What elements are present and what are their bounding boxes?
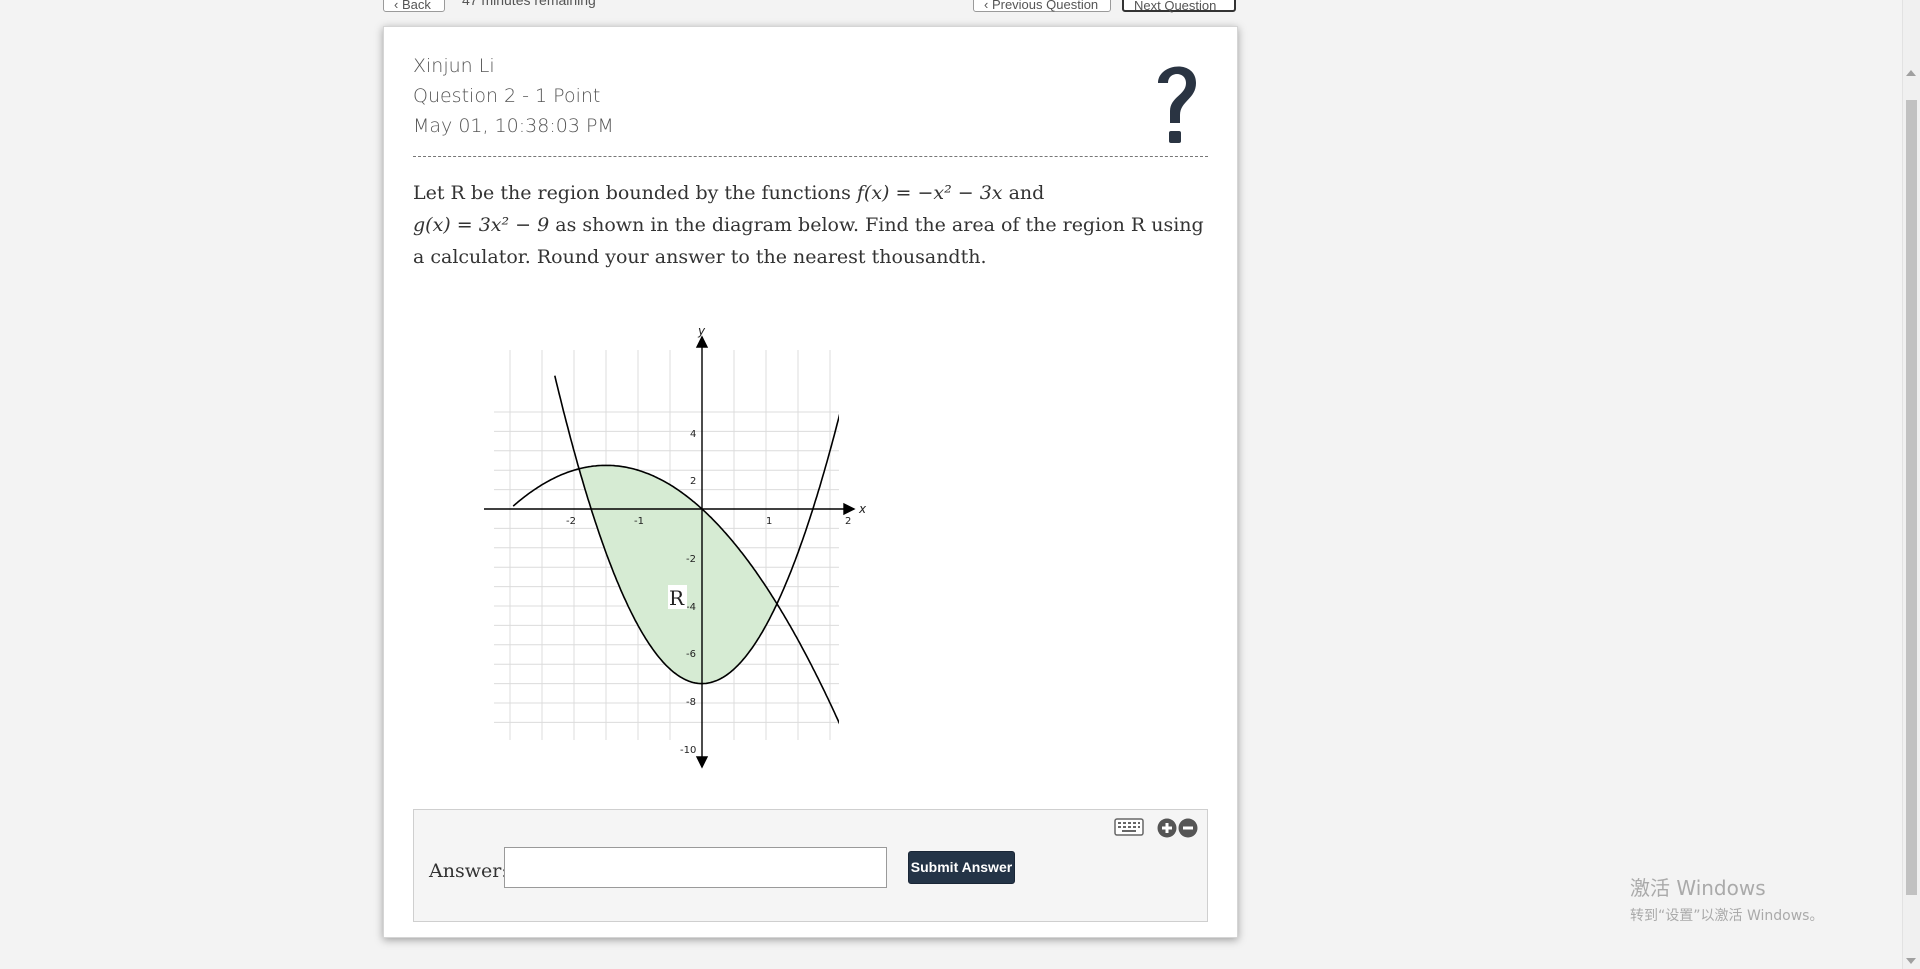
y-tick-label: 4	[690, 429, 696, 440]
y-axis-label: y	[697, 327, 706, 338]
question-meta: Xinjun Li Question 2 - 1 Point May 01, 1…	[413, 51, 614, 141]
help-question-icon[interactable]	[1150, 57, 1204, 157]
submit-answer-button[interactable]: Submit Answer	[908, 851, 1015, 884]
y-tick-label: -10	[680, 745, 696, 756]
scroll-down-arrow[interactable]	[1906, 958, 1916, 964]
y-tick-label: -2	[686, 554, 696, 565]
top-bar: ‹ Back 47 minutes remaining ‹ Previous Q…	[0, 0, 1920, 49]
g-expression: g(x) = 3x² − 9	[413, 214, 550, 236]
f-expression: f(x) = −x² − 3x	[856, 182, 1003, 204]
scroll-thumb[interactable]	[1906, 100, 1917, 895]
student-name: Xinjun Li	[413, 55, 495, 77]
scroll-up-arrow[interactable]	[1906, 70, 1916, 76]
keyboard-icon[interactable]	[1114, 817, 1144, 837]
back-button[interactable]: ‹ Back	[383, 0, 445, 12]
y-axis-down-arrow	[695, 756, 709, 769]
answer-panel: Answer: Submit Answer	[413, 809, 1208, 922]
question-prompt: Let R be the region bounded by the funct…	[413, 177, 1208, 273]
zoom-out-icon[interactable]	[1178, 818, 1198, 838]
answer-input[interactable]	[504, 847, 887, 888]
x-axis-right-arrow	[843, 502, 856, 516]
watermark-line1: 激活 Windows	[1630, 876, 1766, 900]
region-label: R	[669, 586, 685, 610]
question-info: Question 2 - 1 Point	[413, 85, 601, 107]
region-r-fill	[579, 465, 777, 684]
meta-divider	[413, 156, 1208, 157]
x-tick-label: 1	[766, 516, 772, 527]
next-question-button[interactable]: Next Question ›	[1122, 0, 1236, 49]
watermark-line2: 转到“设置”以激活 Windows。	[1630, 908, 1824, 924]
time-remaining: 47 minutes remaining	[462, 0, 596, 8]
y-tick-label: -4	[686, 602, 696, 613]
y-tick-label: 2	[690, 476, 696, 487]
page-scrollbar[interactable]	[1902, 0, 1920, 969]
question-card: Xinjun Li Question 2 - 1 Point May 01, 1…	[383, 26, 1238, 938]
windows-activation-watermark: 激活 Windows 转到“设置”以激活 Windows。	[1630, 872, 1823, 925]
y-axis-up-arrow	[695, 335, 709, 348]
y-tick-label: -6	[686, 649, 696, 660]
question-timestamp: May 01, 10:38:03 PM	[413, 115, 614, 137]
y-tick-label: -8	[686, 697, 696, 708]
region-graph: x y -2 -1 1 2 4 2 -2 -4 -6 -8 -10 R	[484, 327, 867, 769]
prompt-prefix: Let R be the region bounded by the funct…	[413, 182, 851, 204]
answer-label: Answer:	[429, 860, 508, 882]
x-tick-label: -2	[566, 516, 576, 527]
x-axis-label: x	[858, 502, 867, 516]
x-tick-label: -1	[634, 516, 644, 527]
zoom-in-icon[interactable]	[1157, 818, 1177, 838]
prompt-and: and	[1008, 182, 1045, 204]
previous-question-button[interactable]: ‹ Previous Question	[973, 0, 1111, 12]
zoom-controls	[1157, 818, 1198, 838]
x-tick-label: 2	[845, 516, 851, 527]
